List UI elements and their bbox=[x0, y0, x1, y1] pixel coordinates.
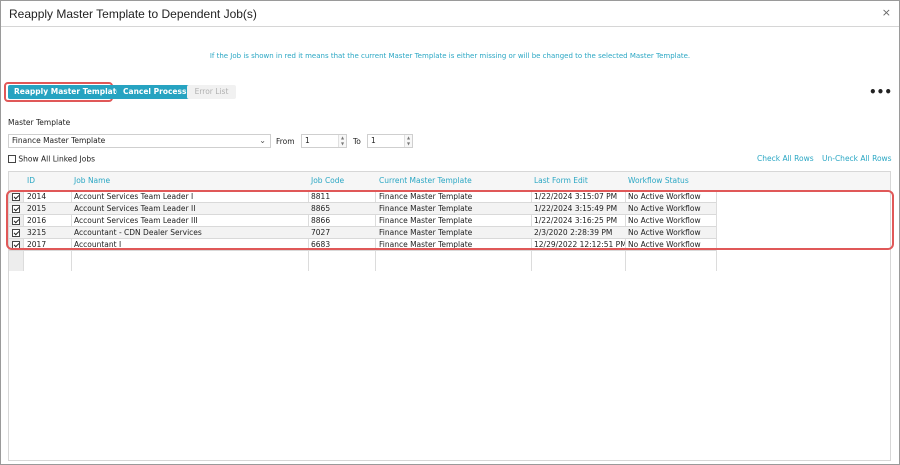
master-template-select[interactable]: Finance Master Template ⌄ bbox=[8, 134, 271, 148]
cell-job-name: Accountant I bbox=[74, 240, 122, 249]
cell-id: 2015 bbox=[27, 204, 47, 213]
more-options-icon[interactable]: ••• bbox=[869, 85, 892, 99]
from-value: 1 bbox=[305, 136, 310, 145]
close-icon[interactable]: × bbox=[882, 6, 891, 19]
column-header-job-name[interactable]: Job Name bbox=[71, 175, 308, 187]
cell-template: Finance Master Template bbox=[379, 228, 473, 237]
column-divider bbox=[716, 191, 717, 271]
cell-job-code: 8865 bbox=[311, 204, 331, 213]
row-checkbox[interactable] bbox=[12, 205, 20, 213]
row-checkbox[interactable] bbox=[12, 241, 20, 249]
master-template-value: Finance Master Template bbox=[12, 136, 106, 145]
dialog-title: Reapply Master Template to Dependent Job… bbox=[9, 7, 257, 21]
to-label: To bbox=[353, 137, 361, 146]
cell-last-edit: 12/29/2022 12:12:51 PM bbox=[534, 240, 625, 249]
table-row[interactable]: 2016 Account Services Team Leader III 88… bbox=[9, 215, 716, 227]
cell-job-name: Accountant - CDN Dealer Services bbox=[74, 228, 202, 237]
cell-job-code: 8866 bbox=[311, 216, 331, 225]
dialog-titlebar: Reapply Master Template to Dependent Job… bbox=[1, 1, 899, 27]
to-value: 1 bbox=[371, 136, 376, 145]
reapply-master-template-button[interactable]: Reapply Master Template bbox=[8, 85, 128, 99]
cell-template: Finance Master Template bbox=[379, 204, 473, 213]
stepper-arrows-icon[interactable]: ▲ ▼ bbox=[404, 135, 412, 147]
cell-job-name: Account Services Team Leader II bbox=[74, 204, 196, 213]
row-checkbox[interactable] bbox=[12, 193, 20, 201]
cell-last-edit: 2/3/2020 2:28:39 PM bbox=[534, 228, 613, 237]
cell-workflow: No Active Workflow bbox=[628, 240, 701, 249]
cell-last-edit: 1/22/2024 3:16:25 PM bbox=[534, 216, 618, 225]
reapply-template-dialog: Reapply Master Template to Dependent Job… bbox=[0, 0, 900, 465]
master-template-label: Master Template bbox=[8, 118, 71, 127]
uncheck-all-rows-link[interactable]: Un-Check All Rows bbox=[822, 154, 892, 163]
table-row[interactable]: 2014 Account Services Team Leader I 8811… bbox=[9, 191, 716, 203]
cell-id: 3215 bbox=[27, 228, 47, 237]
grid-header: ID Job Name Job Code Current Master Temp… bbox=[9, 172, 890, 191]
check-all-rows-link[interactable]: Check All Rows bbox=[757, 154, 814, 163]
show-all-checkbox[interactable] bbox=[8, 155, 16, 163]
to-stepper[interactable]: 1 ▲ ▼ bbox=[367, 134, 413, 148]
show-all-linked-jobs[interactable]: Show All Linked Jobs bbox=[8, 154, 95, 164]
cancel-process-button[interactable]: Cancel Process bbox=[117, 85, 193, 99]
show-all-label: Show All Linked Jobs bbox=[18, 154, 96, 164]
cell-last-edit: 1/22/2024 3:15:49 PM bbox=[534, 204, 618, 213]
jobs-grid: ID Job Name Job Code Current Master Temp… bbox=[8, 171, 891, 461]
grid-body: 2014 Account Services Team Leader I 8811… bbox=[9, 191, 890, 271]
table-row[interactable]: 2017 Accountant I 6683 Finance Master Te… bbox=[9, 239, 716, 251]
table-row[interactable]: 3215 Accountant - CDN Dealer Services 70… bbox=[9, 227, 716, 239]
cell-job-name: Account Services Team Leader I bbox=[74, 192, 194, 201]
cell-workflow: No Active Workflow bbox=[628, 204, 701, 213]
cell-id: 2016 bbox=[27, 216, 47, 225]
error-list-button[interactable]: Error List bbox=[187, 85, 236, 99]
cell-template: Finance Master Template bbox=[379, 240, 473, 249]
column-header-last-form-edit[interactable]: Last Form Edit bbox=[531, 175, 626, 187]
from-label: From bbox=[276, 137, 295, 146]
chevron-down-icon: ⌄ bbox=[259, 136, 266, 145]
cell-job-code: 8811 bbox=[311, 192, 331, 201]
stepper-arrows-icon[interactable]: ▲ ▼ bbox=[338, 135, 346, 147]
row-checkbox[interactable] bbox=[12, 217, 20, 225]
cell-template: Finance Master Template bbox=[379, 192, 473, 201]
cell-template: Finance Master Template bbox=[379, 216, 473, 225]
table-row[interactable]: 2015 Account Services Team Leader II 886… bbox=[9, 203, 716, 215]
column-header-job-code[interactable]: Job Code bbox=[308, 175, 375, 187]
cell-last-edit: 1/22/2024 3:15:07 PM bbox=[534, 192, 618, 201]
cell-workflow: No Active Workflow bbox=[628, 228, 701, 237]
cell-id: 2017 bbox=[27, 240, 47, 249]
column-header-id[interactable]: ID bbox=[24, 175, 72, 187]
cell-job-code: 7027 bbox=[311, 228, 331, 237]
cell-id: 2014 bbox=[27, 192, 47, 201]
row-checkbox[interactable] bbox=[12, 229, 20, 237]
cell-workflow: No Active Workflow bbox=[628, 216, 701, 225]
cell-workflow: No Active Workflow bbox=[628, 192, 701, 201]
cell-job-name: Account Services Team Leader III bbox=[74, 216, 198, 225]
cell-job-code: 6683 bbox=[311, 240, 331, 249]
info-message: If the Job is shown in red it means that… bbox=[209, 52, 691, 60]
column-header-workflow-status[interactable]: Workflow Status bbox=[625, 175, 717, 187]
column-header-current-master-template[interactable]: Current Master Template bbox=[376, 175, 531, 187]
from-stepper[interactable]: 1 ▲ ▼ bbox=[301, 134, 347, 148]
